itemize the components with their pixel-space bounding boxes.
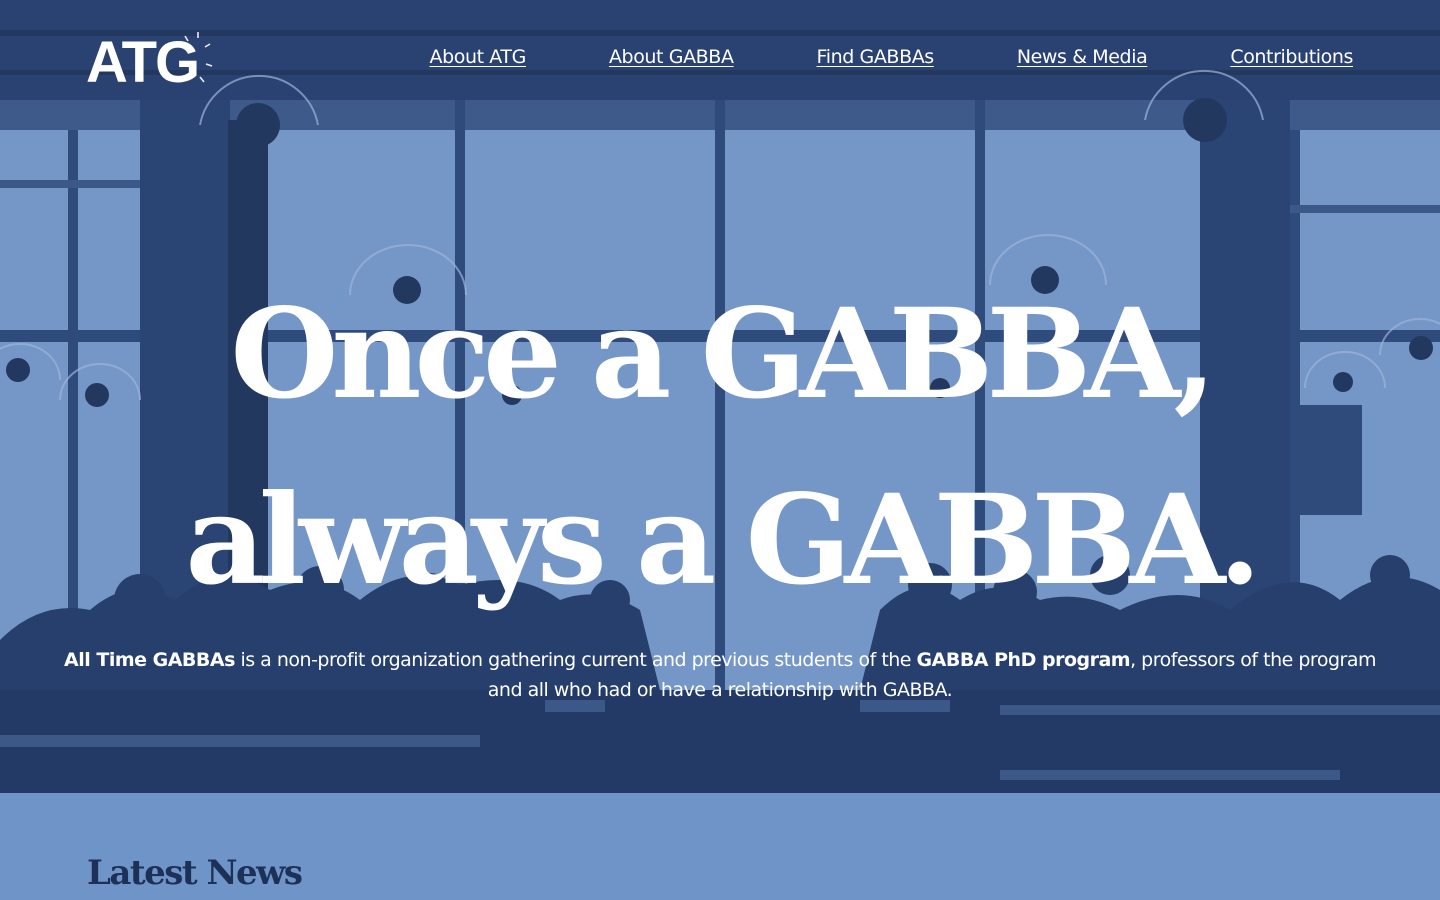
nav-link-find-gabbas[interactable]: Find GABBAs xyxy=(817,46,935,68)
headline-line-2: always a GABBA. xyxy=(185,468,1261,613)
tagline-text-1: is a non-profit organization gathering c… xyxy=(234,649,917,671)
nav-link-about-gabba[interactable]: About GABBA xyxy=(609,46,734,68)
hero-tagline: All Time GABBAs is a non-profit organiza… xyxy=(60,645,1380,705)
site-header: ATG About ATG About GABBA Find GABBAs Ne… xyxy=(0,0,1440,120)
program-name: GABBA PhD program xyxy=(916,649,1131,671)
headline-line-1: Once a GABBA, xyxy=(230,282,1216,427)
org-name: All Time GABBAs xyxy=(64,649,235,671)
main-nav: About ATG About GABBA Find GABBAs News &… xyxy=(429,46,1353,68)
nav-link-about-atg[interactable]: About ATG xyxy=(429,46,526,68)
hero-headline: Once a GABBA, always a GABBA. xyxy=(0,262,1440,634)
hero-section: ATG About ATG About GABBA Find GABBAs Ne… xyxy=(0,0,1440,793)
nav-link-contributions[interactable]: Contributions xyxy=(1230,46,1353,68)
logo-text: ATG xyxy=(86,30,198,92)
nav-link-news-media[interactable]: News & Media xyxy=(1017,46,1148,68)
latest-news-section: Latest News xyxy=(0,793,1440,900)
latest-news-heading: Latest News xyxy=(87,853,303,893)
atg-logo[interactable]: ATG xyxy=(86,30,216,92)
